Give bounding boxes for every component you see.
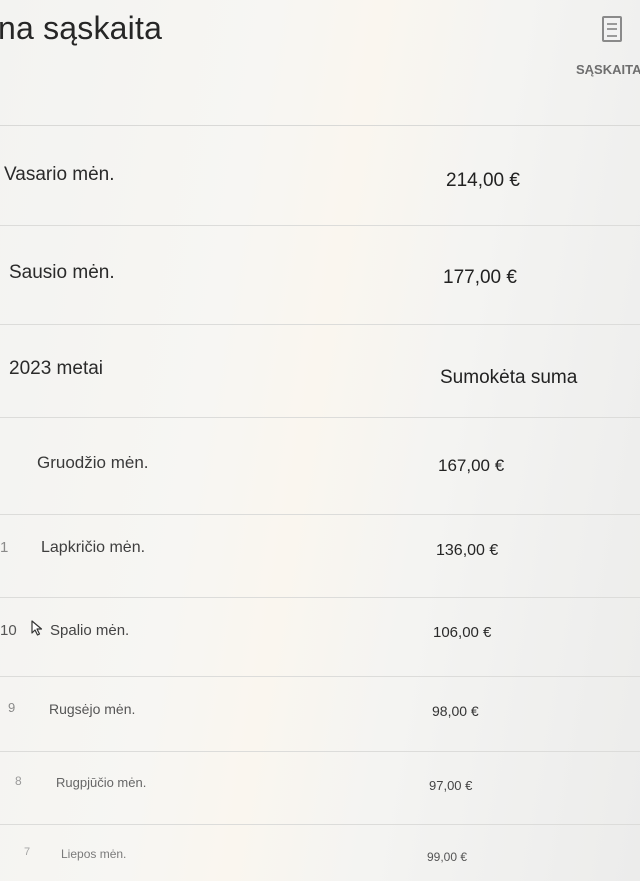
- page-title: na sąskaita: [0, 10, 163, 46]
- row-index: 8: [15, 774, 22, 788]
- amount-value: 98,00 €: [432, 703, 479, 719]
- month-label: Gruodžio mėn.: [37, 453, 149, 472]
- list-item[interactable]: 7 Liepos mėn. 99,00 €: [0, 825, 640, 881]
- list-item[interactable]: 10 Spalio mėn. 106,00 €: [0, 598, 640, 677]
- year-section-header: 2023 metai Sumokėta suma: [0, 325, 640, 418]
- month-label: Spalio mėn.: [50, 622, 130, 639]
- row-index: 9: [8, 700, 16, 715]
- amount-value: 167,00 €: [438, 456, 505, 475]
- amount-value: 106,00 €: [433, 624, 492, 641]
- amount-value: 214,00 €: [446, 170, 520, 191]
- list-item[interactable]: Vasario mėn. 214,00 €: [0, 126, 640, 226]
- amount-value: 99,00 €: [427, 850, 468, 864]
- list-item[interactable]: Sausio mėn. 177,00 €: [0, 226, 640, 325]
- list-item[interactable]: Gruodžio mėn. 167,00 €: [0, 418, 640, 515]
- amount-value: 97,00 €: [429, 778, 473, 793]
- invoice-link[interactable]: SĄSKAITA: [576, 62, 640, 77]
- list-item[interactable]: 9 Rugsėjo mėn. 98,00 €: [0, 677, 640, 752]
- row-index: 1: [0, 539, 9, 556]
- month-label: Vasario mėn.: [4, 164, 115, 185]
- month-label: Sausio mėn.: [9, 262, 115, 283]
- year-label: 2023 metai: [9, 358, 104, 379]
- list-item[interactable]: 1 Lapkričio mėn. 136,00 €: [0, 515, 640, 598]
- paid-amount-header: Sumokėta suma: [440, 367, 578, 388]
- month-label: Liepos mėn.: [61, 847, 127, 861]
- pointer-cursor-icon: [31, 620, 43, 636]
- row-index: 7: [24, 846, 31, 858]
- row-index: 10: [0, 622, 17, 639]
- header: na sąskaita SĄSKAITA: [0, 0, 640, 126]
- month-label: Lapkričio mėn.: [41, 539, 146, 556]
- amount-value: 136,00 €: [436, 542, 499, 559]
- amount-value: 177,00 €: [443, 267, 517, 288]
- month-label: Rugsėjo mėn.: [49, 701, 136, 717]
- document-icon[interactable]: [602, 16, 622, 42]
- list-item[interactable]: 8 Rugpjūčio mėn. 97,00 €: [0, 752, 640, 825]
- month-label: Rugpjūčio mėn.: [56, 775, 147, 790]
